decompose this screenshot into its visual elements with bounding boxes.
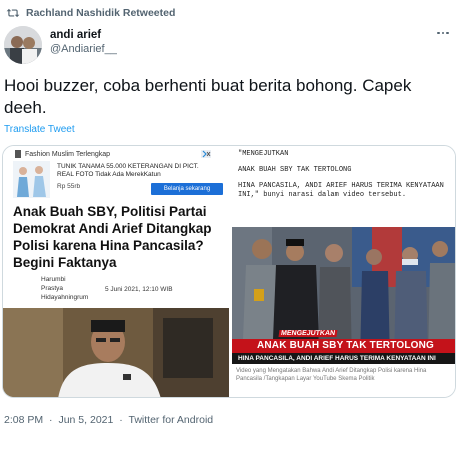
ad-thumbnail <box>13 161 50 198</box>
byline-line-2: Prastya <box>41 285 64 292</box>
author-name[interactable]: andi arief <box>50 29 117 41</box>
image-caption: Video yang Mengatakan Bahwa Andi Arief D… <box>236 368 427 382</box>
retweet-header: Rachland Nashidik Retweeted <box>6 6 175 20</box>
tweet-text: Hooi buzzer, coba berhenti buat berita b… <box>4 76 412 117</box>
meta-separator: · <box>49 414 53 426</box>
tweet-source[interactable]: Twitter for Android <box>129 414 214 426</box>
media-image-right[interactable]: "MENGEJUTKAN ANAK BUAH SBY TAK TERTOLONG… <box>232 146 455 397</box>
retweet-label[interactable]: Rachland Nashidik Retweeted <box>26 7 175 19</box>
banner-kicker: MENGEJUTKAN <box>278 330 338 337</box>
avatar[interactable] <box>4 26 42 64</box>
author-handle[interactable]: @Andiarief__ <box>50 43 117 55</box>
byline-line-3: Hidayahningrum <box>41 294 89 301</box>
ad-shop-button[interactable]: Belanja sekarang <box>151 183 223 195</box>
more-options-icon[interactable] <box>436 28 450 38</box>
byline-line-1: Harumbi <box>41 276 66 283</box>
ad-header-label: Fashion Muslim Terlengkap <box>25 150 111 158</box>
article-photo <box>3 308 229 397</box>
tweet-time[interactable]: 2:08 PM <box>4 414 43 426</box>
quote-line-2: ANAK BUAH SBY TAK TERTOLONG <box>238 166 352 174</box>
ad-box[interactable]: TUNIK TANAMA 55.000 KETERANGAN DI PICT. … <box>13 161 226 199</box>
author-info: andi arief @Andiarief__ <box>50 29 117 55</box>
article-quote: "MENGEJUTKAN ANAK BUAH SBY TAK TERTOLONG… <box>238 150 452 207</box>
quote-line-1: "MENGEJUTKAN <box>238 150 289 158</box>
meta-separator: · <box>119 414 123 426</box>
translate-tweet-link[interactable]: Translate Tweet <box>4 124 75 135</box>
media-image-left[interactable]: Fashion Muslim Terlengkap TUNIK TANAMA 5… <box>3 146 229 397</box>
article-headline: Anak Buah SBY, Politisi Partai Demokrat … <box>13 204 212 270</box>
article-byline: Harumbi Prastya Hidayahningrum <box>41 275 88 302</box>
quote-line-3: HINA PANCASILA, ANDI ARIEF HARUS TERIMA … <box>238 182 444 199</box>
retweet-icon <box>6 8 20 18</box>
article-date: 5 Juni 2021, 12:10 WIB <box>105 286 173 293</box>
media-grid: Fashion Muslim Terlengkap TUNIK TANAMA 5… <box>2 145 456 398</box>
document-icon <box>15 150 21 158</box>
tweet-meta: 2:08 PM · Jun 5, 2021 · Twitter for Andr… <box>4 414 216 426</box>
banner-subheadline: HINA PANCASILA, ANDI ARIEF HARUS TERIMA … <box>232 353 455 364</box>
ad-line-2: REAL FOTO Tidak Ada MerekKatun <box>57 171 161 178</box>
banner-headline: ANAK BUAH SBY TAK TERTOLONG <box>232 339 455 353</box>
ad-header: Fashion Muslim Terlengkap <box>15 150 110 158</box>
tweet-date[interactable]: Jun 5, 2021 <box>58 414 113 426</box>
ad-choices-icon <box>201 150 211 158</box>
ad-price: Rp 55rb <box>57 183 81 190</box>
ad-line-1: TUNIK TANAMA 55.000 KETERANGAN DI PICT. <box>57 163 199 170</box>
